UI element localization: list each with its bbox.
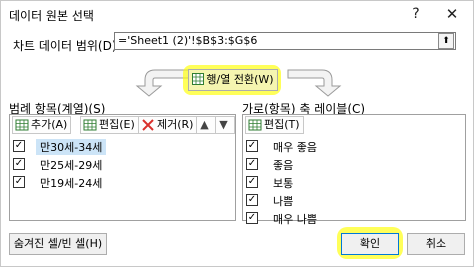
category-checkbox[interactable]: ✓ [246,158,258,170]
edit-series-label: 편집(E) [99,118,135,131]
category-label: 나쁨 [273,195,294,208]
move-down-button[interactable]: ▼ [215,116,235,134]
series-label: 만19세-24세 [40,177,103,190]
switch-row-column-label: 행/열 전환(W) [206,73,274,86]
edit-series-button[interactable]: 편집(E) [80,116,139,134]
chart-data-range-input[interactable]: ='Sheet1 (2)'!$B$3:$G$6 [114,32,456,50]
add-series-button[interactable]: 추가(A) [12,116,72,134]
edit-category-button[interactable]: 편집(T) [245,116,304,134]
category-checkbox[interactable]: ✓ [246,176,258,188]
hidden-empty-cells-button[interactable]: 숨겨진 셀/빈 셀(H) [9,233,107,255]
category-labels-panel: 편집(T) ✓ 매우 좋음 ✓ 좋음 ✓ 보통 ✓ 나쁨 ✓ 매우 나쁨 [242,114,466,226]
series-checkbox[interactable]: ✓ [13,140,25,152]
category-checkbox[interactable]: ✓ [246,212,258,224]
list-item[interactable]: ✓ 만30세-34세 [10,137,235,155]
remove-series-label: 제거(R) [157,118,194,131]
add-series-label: 추가(A) [31,118,68,131]
chart-data-range-label: 차트 데이터 범위(D): [13,39,121,53]
list-item[interactable]: ✓ 만19세-24세 [10,173,235,191]
series-list: ✓ 만30세-34세 ✓ 만25세-29세 ✓ 만19세-24세 [10,137,235,191]
legend-entries-panel: 추가(A) 편집(E) 제거(R) ▲ ▼ ✓ 만30세-34세 ✓ 만25세-… [9,114,236,221]
range-collapse-button[interactable]: ⬆ [438,33,454,49]
ok-button[interactable]: 확인 [341,233,399,255]
list-item[interactable]: ✓ 나쁨 [243,191,465,209]
list-item[interactable]: ✓ 매우 나쁨 [243,209,465,227]
category-checkbox[interactable]: ✓ [246,140,258,152]
close-button[interactable]: ✕ [441,4,463,24]
category-label: 매우 나쁨 [273,213,317,226]
edit-category-icon [248,119,262,131]
category-list: ✓ 매우 좋음 ✓ 좋음 ✓ 보통 ✓ 나쁨 ✓ 매우 나쁨 [243,137,465,227]
remove-series-button[interactable]: 제거(R) [138,116,198,134]
add-series-icon [15,119,29,131]
series-checkbox[interactable]: ✓ [13,176,25,188]
title-bar: 데이터 원본 선택 ? ✕ [1,1,473,27]
dialog-title: 데이터 원본 선택 [9,9,94,23]
remove-x-icon [142,119,154,131]
edit-category-label: 편집(T) [264,118,300,131]
right-curved-arrow-icon [287,69,342,97]
series-toolbar: 추가(A) 편집(E) 제거(R) ▲ ▼ [10,115,235,135]
series-label: 만30세-34세 [36,139,107,155]
category-label: 보통 [273,177,294,190]
switch-row-column-icon [192,72,205,85]
category-checkbox[interactable]: ✓ [246,194,258,206]
list-item[interactable]: ✓ 만25세-29세 [10,155,235,173]
switch-row-column-button[interactable]: 행/열 전환(W) [188,69,278,91]
select-data-source-dialog: 데이터 원본 선택 ? ✕ 차트 데이터 범위(D): ='Sheet1 (2)… [0,0,474,267]
cancel-button[interactable]: 취소 [407,233,465,255]
list-item[interactable]: ✓ 보통 [243,173,465,191]
help-button[interactable]: ? [405,4,427,24]
category-label: 매우 좋음 [273,141,317,154]
series-label: 만25세-29세 [40,159,103,172]
category-label: 좋음 [273,159,294,172]
series-checkbox[interactable]: ✓ [13,158,25,170]
list-item[interactable]: ✓ 좋음 [243,155,465,173]
list-item[interactable]: ✓ 매우 좋음 [243,137,465,155]
edit-series-icon [83,119,97,131]
category-toolbar: 편집(T) [243,115,465,135]
move-up-button[interactable]: ▲ [196,116,216,134]
